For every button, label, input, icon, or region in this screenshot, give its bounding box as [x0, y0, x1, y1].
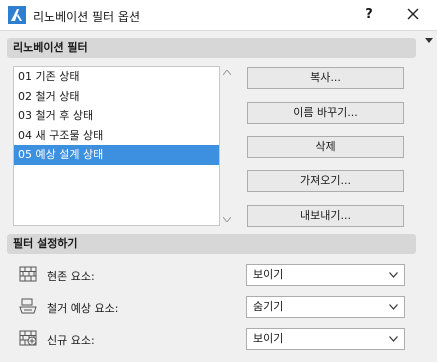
app-logo-icon: [8, 6, 26, 24]
close-button[interactable]: [398, 4, 428, 26]
chevron-down-icon: [389, 336, 398, 342]
list-item-selected[interactable]: 05 예상 설계 상태: [14, 145, 219, 165]
title-bar: 리노베이션 필터 옵션 ?: [0, 0, 437, 30]
import-button[interactable]: 가져오기...: [247, 170, 404, 192]
list-item[interactable]: 03 철거 후 상태: [14, 106, 219, 126]
list-scrollbar[interactable]: [221, 66, 233, 226]
existing-element-icon: [19, 266, 37, 282]
chevron-down-icon[interactable]: [223, 217, 231, 222]
list-item[interactable]: 04 새 구조물 상태: [14, 126, 219, 146]
chevron-down-icon: [389, 272, 398, 278]
existing-elements-select[interactable]: 보이기: [246, 264, 405, 286]
chevron-up-icon[interactable]: [223, 70, 231, 75]
filter-list[interactable]: 01 기존 상태 02 철거 상태 03 철거 후 상태 04 새 구조물 상태…: [13, 66, 220, 226]
help-button[interactable]: ?: [358, 5, 380, 25]
rename-button[interactable]: 이름 바꾸기...: [247, 102, 404, 124]
new-element-icon: [19, 330, 37, 346]
new-elements-label: 신규 요소:: [47, 334, 95, 347]
existing-elements-value: 보이기: [253, 268, 284, 281]
panel-collapse-icon[interactable]: [425, 38, 433, 44]
chevron-down-icon: [389, 304, 398, 310]
new-elements-select[interactable]: 보이기: [246, 328, 405, 350]
close-icon: [407, 8, 419, 20]
demolished-elements-label: 철거 예상 요소:: [47, 302, 119, 315]
export-button[interactable]: 내보내기...: [247, 205, 404, 227]
demolished-elements-value: 숨기기: [253, 300, 284, 313]
renovation-filters-header[interactable]: 리노베이션 필터: [7, 38, 416, 58]
filter-settings-header[interactable]: 필터 설정하기: [7, 234, 416, 254]
list-item[interactable]: 01 기존 상태: [14, 67, 219, 87]
list-item[interactable]: 02 철거 상태: [14, 87, 219, 107]
window-title: 리노베이션 필터 옵션: [33, 10, 140, 24]
delete-button[interactable]: 삭제: [247, 136, 404, 158]
new-elements-value: 보이기: [253, 332, 284, 345]
demolished-element-icon: [19, 298, 37, 314]
demolished-elements-select[interactable]: 숨기기: [246, 296, 405, 318]
copy-button[interactable]: 복사...: [247, 67, 404, 89]
existing-elements-label: 현존 요소:: [47, 270, 95, 283]
